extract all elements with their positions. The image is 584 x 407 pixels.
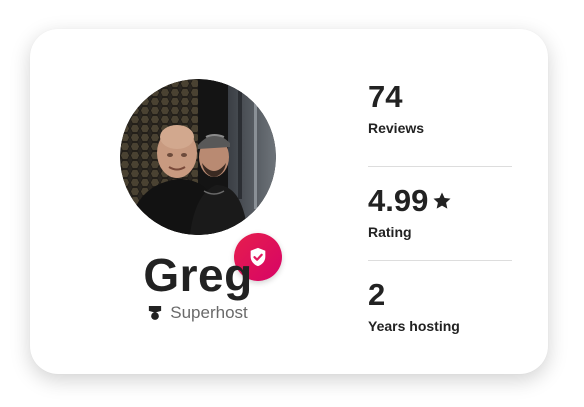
avatar[interactable] bbox=[120, 79, 276, 235]
star-icon bbox=[433, 192, 451, 209]
stat-years-hosting[interactable]: 2 Years hosting bbox=[368, 261, 512, 355]
host-profile: Greg Superhost bbox=[30, 29, 366, 374]
years-hosting-count: 2 bbox=[368, 277, 386, 312]
stat-label: Rating bbox=[368, 224, 412, 240]
stat-value: 2 bbox=[368, 277, 512, 313]
superhost-badge: Superhost bbox=[30, 303, 366, 323]
stat-value: 74 bbox=[368, 79, 512, 115]
stat-label: Reviews bbox=[368, 120, 425, 136]
host-name: Greg bbox=[143, 249, 253, 301]
rating-value: 4.99 bbox=[368, 183, 429, 218]
avatar-container bbox=[120, 79, 282, 281]
superhost-medal-icon bbox=[149, 306, 162, 320]
stat-rating[interactable]: 4.99 Rating bbox=[368, 167, 512, 261]
stat-reviews[interactable]: 74 Reviews bbox=[368, 74, 512, 167]
stat-label: Years hosting bbox=[368, 318, 460, 334]
host-profile-card[interactable]: Greg Superhost 74 Reviews 4.99 Rating 2 … bbox=[30, 29, 548, 374]
stat-value: 4.99 bbox=[368, 183, 512, 219]
reviews-count: 74 bbox=[368, 79, 403, 114]
superhost-label: Superhost bbox=[170, 303, 248, 322]
host-stats: 74 Reviews 4.99 Rating 2 Years hosting bbox=[368, 74, 512, 355]
